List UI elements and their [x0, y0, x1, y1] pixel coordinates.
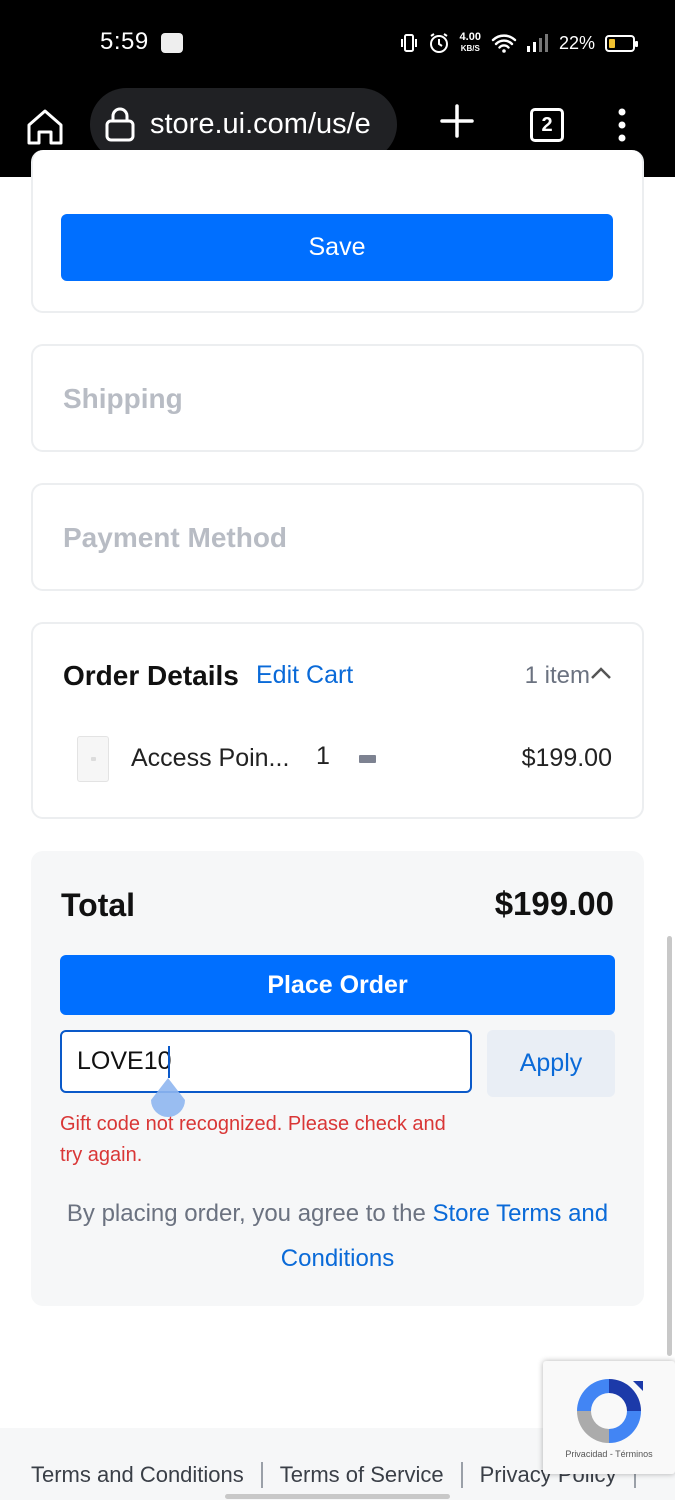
chevron-up-icon[interactable] — [590, 666, 612, 680]
order-details-title: Order Details — [63, 660, 239, 691]
vibrate-icon — [400, 34, 417, 52]
home-icon[interactable] — [24, 106, 66, 148]
apply-button[interactable]: Apply — [487, 1030, 615, 1097]
payment-method-title: Payment Method — [63, 522, 288, 553]
remove-quantity-icon[interactable] — [359, 755, 376, 763]
product-price: $199.00 — [521, 744, 612, 772]
footer-link-terms-conditions[interactable]: Terms and Conditions — [31, 1462, 244, 1488]
item-count[interactable]: 1 item — [525, 662, 590, 690]
place-order-button[interactable]: Place Order — [60, 955, 615, 1015]
tab-switcher-button[interactable]: 2 — [530, 108, 564, 142]
scrollbar[interactable] — [667, 936, 672, 1356]
network-speed: 4.00 KB/S — [460, 32, 481, 54]
order-details-card: Order Details Edit Cart 1 item Access Po… — [31, 622, 644, 819]
terms-prefix: By placing order, you agree to the — [66, 1200, 433, 1227]
network-speed-value: 4.00 — [459, 31, 481, 43]
status-time: 5:59 — [100, 28, 149, 55]
total-label: Total — [61, 887, 136, 923]
url-text[interactable]: store.ui.com/us/e — [150, 108, 385, 141]
save-button[interactable]: Save — [61, 214, 613, 281]
footer-divider — [460, 1462, 463, 1488]
footer-link-terms-service[interactable]: Terms of Service — [280, 1462, 444, 1488]
battery-percent: 22% — [558, 32, 595, 53]
shipping-title: Shipping — [63, 383, 183, 414]
gift-code-input[interactable] — [60, 1030, 472, 1093]
status-bar: 5:59 4.00 KB/S 22% — [0, 0, 675, 88]
total-value: $199.00 — [494, 885, 614, 922]
battery-icon — [605, 34, 638, 52]
new-tab-icon[interactable] — [440, 104, 474, 138]
footer-divider — [260, 1462, 263, 1488]
edit-cart-link[interactable]: Edit Cart — [256, 661, 353, 690]
lock-icon — [105, 107, 135, 142]
alarm-icon — [429, 33, 448, 53]
signal-icon — [526, 34, 548, 52]
product-name: Access Poin... — [131, 744, 290, 772]
checkout-page: 5:59 4.00 KB/S 22% store.ui.com/us/e 2 S… — [0, 0, 675, 1500]
network-speed-unit: KB/S — [460, 44, 480, 53]
text-caret — [168, 1046, 170, 1078]
terms-notice: By placing order, you agree to the Store… — [60, 1191, 615, 1281]
payment-method-section[interactable]: Payment Method — [31, 483, 644, 591]
gift-code-error: Gift code not recognized. Please check a… — [60, 1113, 446, 1166]
message-notification-icon — [161, 33, 183, 53]
recaptcha-badge[interactable]: Privacidad - Términos — [543, 1361, 675, 1474]
shipping-section[interactable]: Shipping — [31, 344, 644, 452]
status-indicators: 4.00 KB/S 22% — [400, 28, 638, 58]
order-summary-panel: Total $199.00 Place Order Apply Gift cod… — [31, 851, 644, 1306]
more-menu-icon[interactable] — [617, 108, 627, 142]
recaptcha-logo-icon — [577, 1379, 643, 1443]
wifi-icon — [491, 34, 517, 53]
product-quantity: 1 — [316, 742, 330, 770]
home-indicator — [225, 1494, 450, 1499]
product-thumbnail — [77, 736, 109, 782]
recaptcha-privacy-terms[interactable]: Privacidad - Términos — [543, 1449, 675, 1459]
